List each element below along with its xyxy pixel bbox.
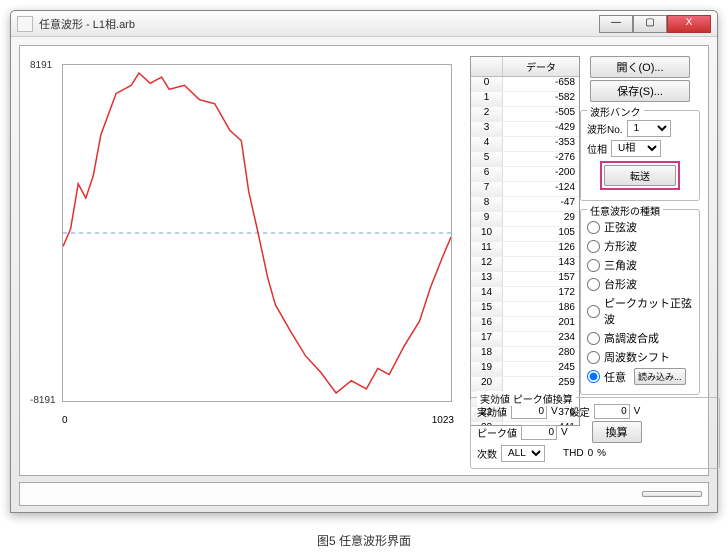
- app-icon: [17, 16, 33, 32]
- thd-pct: %: [597, 448, 606, 459]
- data-column-header: データ: [503, 57, 579, 76]
- order-select[interactable]: ALL: [501, 445, 545, 462]
- table-row[interactable]: 13157: [471, 272, 579, 287]
- table-row[interactable]: 10105: [471, 227, 579, 242]
- transfer-button[interactable]: 転送: [604, 165, 676, 186]
- table-row[interactable]: 8-47: [471, 197, 579, 212]
- minimize-button[interactable]: —: [599, 15, 633, 33]
- open-button[interactable]: 開く(O)...: [590, 56, 690, 78]
- wavetype-option[interactable]: 高調波合成: [587, 330, 693, 346]
- right-panel: 開く(O)... 保存(S)... 波形バンク 波形No. 1 位相 U相 転送…: [580, 54, 700, 395]
- ok-button[interactable]: [642, 491, 702, 497]
- waveform-chart: 8191 -8191 0 1023: [30, 56, 460, 426]
- wave-no-label: 波形No.: [587, 121, 623, 136]
- wavetype-option[interactable]: 台形波: [587, 276, 693, 292]
- x-max-label: 1023: [432, 415, 454, 426]
- table-row[interactable]: 5-276: [471, 152, 579, 167]
- save-button[interactable]: 保存(S)...: [590, 80, 690, 102]
- window-buttons: — ▢ X: [599, 15, 711, 33]
- client-area: 8191 -8191 0 1023 データ 0-6581-5822-5053-4…: [19, 45, 709, 476]
- y-max-label: 8191: [30, 60, 52, 71]
- peak-input[interactable]: [521, 425, 557, 440]
- transfer-highlight: 転送: [600, 161, 680, 190]
- table-row[interactable]: 1-582: [471, 92, 579, 107]
- table-body[interactable]: 0-6581-5822-5053-4294-3535-2766-2007-124…: [471, 77, 579, 426]
- wave-bank-title: 波形バンク: [587, 104, 644, 119]
- table-row[interactable]: 7-124: [471, 182, 579, 197]
- phase-select[interactable]: U相: [611, 140, 661, 157]
- rms-title: 実効値 ピーク値換算: [477, 391, 576, 406]
- window-title: 任意波形 - L1相.arb: [39, 16, 599, 32]
- table-row[interactable]: 3-429: [471, 122, 579, 137]
- thd-label: THD: [563, 448, 584, 459]
- wavetype-option[interactable]: ピークカット正弦波: [587, 295, 693, 327]
- x-min-label: 0: [62, 415, 68, 426]
- wave-type-title: 任意波形の種類: [587, 203, 663, 218]
- table-row[interactable]: 6-200: [471, 167, 579, 182]
- rms-label: 実効値: [477, 404, 507, 419]
- wave-type-group: 任意波形の種類 正弦波方形波三角波台形波ピークカット正弦波高調波合成周波数シフト…: [580, 209, 700, 395]
- close-button[interactable]: X: [667, 15, 711, 33]
- phase-label: 位相: [587, 141, 607, 156]
- data-table: データ 0-6581-5822-5053-4294-3535-2766-2007…: [470, 56, 580, 426]
- table-row[interactable]: 4-353: [471, 137, 579, 152]
- load-button[interactable]: 読み込み...: [634, 368, 686, 385]
- thd-value: 0: [588, 448, 594, 459]
- set-unit: V: [634, 406, 641, 417]
- peak-label: ピーク値: [477, 425, 517, 440]
- wavetype-option[interactable]: 周波数シフト: [587, 349, 693, 365]
- app-window: 任意波形 - L1相.arb — ▢ X 8191 -8191 0 1023 デ…: [10, 10, 718, 513]
- chart-canvas: [62, 64, 452, 402]
- table-row[interactable]: 15186: [471, 302, 579, 317]
- order-label: 次数: [477, 446, 497, 461]
- set-input[interactable]: [594, 404, 630, 419]
- table-row[interactable]: 18280: [471, 347, 579, 362]
- y-min-label: -8191: [30, 395, 56, 406]
- table-row[interactable]: 16201: [471, 317, 579, 332]
- row-header-blank: [471, 57, 503, 76]
- wave-no-select[interactable]: 1: [627, 120, 671, 137]
- table-row[interactable]: 11126: [471, 242, 579, 257]
- rms-input[interactable]: [511, 404, 547, 419]
- rms-panel: 実効値 ピーク値換算 実効値 V 設定 V ピーク値 V 換算 次数: [470, 389, 720, 469]
- titlebar: 任意波形 - L1相.arb — ▢ X: [11, 11, 717, 37]
- figure-caption: 图5 任意波形界面: [0, 532, 728, 549]
- wavetype-option[interactable]: 三角波: [587, 257, 693, 273]
- wave-bank-group: 波形バンク 波形No. 1 位相 U相 転送: [580, 110, 700, 201]
- rms-unit: V: [551, 406, 558, 417]
- table-row[interactable]: 2-505: [471, 107, 579, 122]
- wavetype-option[interactable]: 方形波: [587, 238, 693, 254]
- table-row[interactable]: 929: [471, 212, 579, 227]
- maximize-button[interactable]: ▢: [633, 15, 667, 33]
- table-row[interactable]: 12143: [471, 257, 579, 272]
- wavetype-option[interactable]: 正弦波: [587, 219, 693, 235]
- peak-unit: V: [561, 427, 568, 438]
- table-row[interactable]: 19245: [471, 362, 579, 377]
- footer-bar: [19, 482, 709, 506]
- table-row[interactable]: 0-658: [471, 77, 579, 92]
- calc-button[interactable]: 換算: [592, 421, 642, 443]
- table-row[interactable]: 14172: [471, 287, 579, 302]
- table-row[interactable]: 17234: [471, 332, 579, 347]
- table-header: データ: [471, 57, 579, 77]
- wavetype-option[interactable]: 任意読み込み...: [587, 368, 693, 385]
- set-label: 設定: [570, 404, 590, 419]
